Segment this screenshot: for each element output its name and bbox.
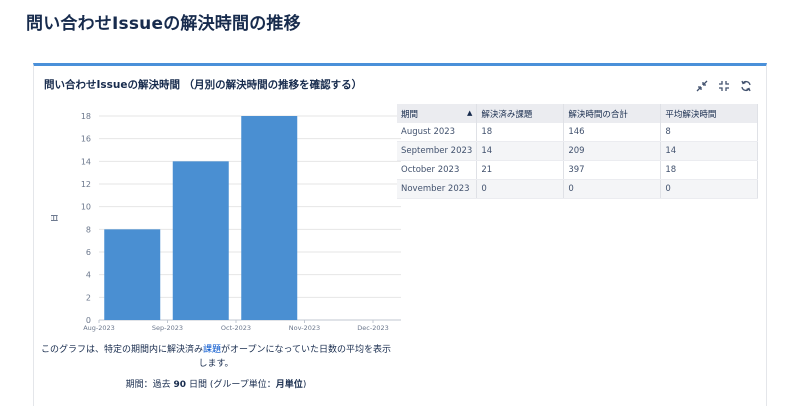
table-cell: 18 bbox=[660, 160, 758, 180]
table-cell: 21 bbox=[476, 160, 565, 180]
table-cell: 146 bbox=[563, 123, 662, 142]
y-tick-label: 2 bbox=[86, 293, 91, 302]
table-header-row: 期間 ▲ 解決済み課題 解決時間の合計 平均解決時間 bbox=[397, 104, 758, 123]
table-cell: September 2023 bbox=[397, 141, 478, 161]
resolution-time-chart: 024681012141618Aug-2023 Sep-2023 Oct-2023 N… bbox=[51, 112, 401, 332]
table-row: August 2023 18 146 8 bbox=[397, 123, 758, 142]
column-header-period[interactable]: 期間 ▲ bbox=[397, 104, 478, 123]
table-cell: 0 bbox=[563, 179, 662, 199]
period-info: 期間：過去 90 日間 (グループ単位：月単位) bbox=[40, 377, 392, 390]
table-cell: 209 bbox=[563, 141, 662, 161]
table-row: November 2023 0 0 0 bbox=[397, 179, 758, 199]
period-label: 期間：過去 bbox=[125, 380, 171, 390]
refresh-icon[interactable] bbox=[740, 77, 752, 92]
y-tick-label: 6 bbox=[86, 248, 91, 257]
gadget-title: 問い合わせIssueの解決時間 （月別の解決時間の推移を確認する） bbox=[44, 79, 363, 91]
chart-bars bbox=[104, 116, 298, 320]
chart-bar[interactable] bbox=[172, 161, 229, 320]
y-tick-label: 8 bbox=[86, 225, 91, 234]
table-cell: 14 bbox=[660, 141, 758, 161]
page-title: 問い合わせIssueの解決時間の推移 bbox=[26, 14, 301, 34]
table-cell: 14 bbox=[476, 141, 565, 161]
minimize-icon[interactable] bbox=[696, 77, 708, 92]
gadget-toolbar bbox=[696, 77, 752, 92]
chart-caption: このグラフは、特定の期間内に解決済み課題がオープンになっていた日数の平均を表示し… bbox=[40, 343, 392, 371]
period-middle: 日間 (グループ単位： bbox=[188, 380, 276, 390]
period-days: 90 bbox=[173, 380, 187, 390]
dashboard-gadget: 問い合わせIssueの解決時間 （月別の解決時間の推移を確認する） 024681… bbox=[33, 63, 767, 406]
table-cell: August 2023 bbox=[397, 123, 478, 142]
x-tick-label: Dec-2023 bbox=[357, 324, 388, 332]
y-tick-label: 18 bbox=[81, 112, 91, 121]
x-tick-label: Oct-2023 bbox=[221, 324, 251, 332]
table-cell: November 2023 bbox=[397, 179, 478, 199]
table-cell: 0 bbox=[476, 179, 565, 199]
y-tick-label: 4 bbox=[86, 271, 91, 280]
y-tick-label: 10 bbox=[81, 203, 91, 212]
period-unit: 月単位 bbox=[275, 380, 303, 390]
table-row: September 2023 14 209 14 bbox=[397, 141, 758, 161]
collapse-icon[interactable] bbox=[718, 77, 730, 91]
table-cell: October 2023 bbox=[397, 160, 478, 180]
x-tick-label: Aug-2023 bbox=[83, 324, 115, 332]
y-tick-label: 16 bbox=[81, 135, 91, 144]
y-tick-label: 14 bbox=[81, 157, 91, 166]
table-row: October 2023 21 397 18 bbox=[397, 160, 758, 180]
y-tick-label: 12 bbox=[81, 180, 91, 189]
period-end: ) bbox=[302, 380, 307, 390]
resolution-table: 期間 ▲ 解決済み課題 解決時間の合計 平均解決時間 August 2023 18… bbox=[397, 104, 758, 199]
table-cell: 8 bbox=[660, 123, 758, 142]
table-cell: 397 bbox=[563, 160, 662, 180]
caption-issue-link[interactable]: 課題 bbox=[203, 345, 221, 355]
column-header-avg-time[interactable]: 平均解決時間 bbox=[660, 104, 758, 123]
chart-bar[interactable] bbox=[104, 229, 161, 320]
y-axis-label: 日 bbox=[51, 214, 59, 222]
x-tick-label: Sep-2023 bbox=[152, 324, 183, 332]
caption-text-1: このグラフは、特定の期間内に解決済み bbox=[40, 345, 203, 355]
table-cell: 18 bbox=[476, 123, 565, 142]
column-header-resolved[interactable]: 解決済み課題 bbox=[476, 104, 565, 123]
x-tick-label: Nov-2023 bbox=[289, 324, 320, 332]
sort-asc-icon[interactable]: ▲ bbox=[467, 109, 472, 117]
table-cell: 0 bbox=[660, 179, 758, 199]
column-header-total-time[interactable]: 解決時間の合計 bbox=[563, 104, 662, 123]
chart-bar[interactable] bbox=[241, 116, 298, 320]
caption-text-2: がオープンになっていた日数の平均を表示します。 bbox=[198, 345, 392, 369]
